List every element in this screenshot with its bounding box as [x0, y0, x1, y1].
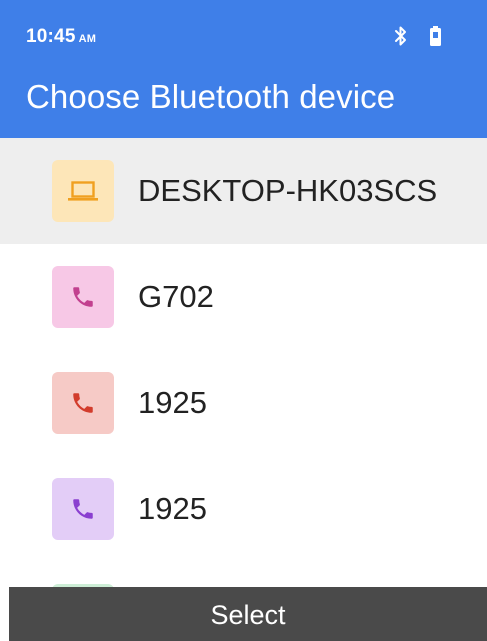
device-icon-box — [52, 372, 114, 434]
status-time-ampm: AM — [78, 33, 97, 45]
device-name: 1925 — [138, 491, 207, 526]
device-name: 1925 — [138, 385, 207, 420]
header: 10:45 AM Choose Bluetooth device — [0, 0, 487, 138]
laptop-icon — [68, 181, 98, 201]
device-icon-box — [52, 266, 114, 328]
device-item[interactable]: G702 — [0, 244, 487, 350]
bluetooth-icon — [395, 26, 406, 46]
page-title: Choose Bluetooth device — [26, 78, 396, 115]
device-item[interactable]: 1925 — [0, 456, 487, 562]
device-list: DESKTOP-HK03SCS G702 1925 1925 — [0, 138, 487, 641]
device-icon-box — [52, 160, 114, 222]
phone-icon — [73, 287, 93, 307]
select-softkey[interactable]: Select — [9, 587, 487, 641]
device-icon-box — [52, 478, 114, 540]
phone-icon — [73, 393, 93, 413]
phone-icon — [73, 499, 93, 519]
bluetooth-chooser-screen: 10:45 AM Choose Bluetooth device DESKTOP… — [0, 0, 487, 641]
device-item[interactable]: 1925 — [0, 350, 487, 456]
status-bar: 10:45 AM — [0, 0, 487, 72]
status-time-value: 10:45 — [26, 26, 76, 47]
battery-icon — [430, 26, 441, 46]
status-icons — [394, 24, 441, 48]
device-name: DESKTOP-HK03SCS — [138, 173, 438, 208]
device-name: G702 — [138, 279, 214, 314]
status-time: 10:45 AM — [26, 26, 96, 48]
device-item[interactable]: DESKTOP-HK03SCS — [0, 138, 487, 244]
